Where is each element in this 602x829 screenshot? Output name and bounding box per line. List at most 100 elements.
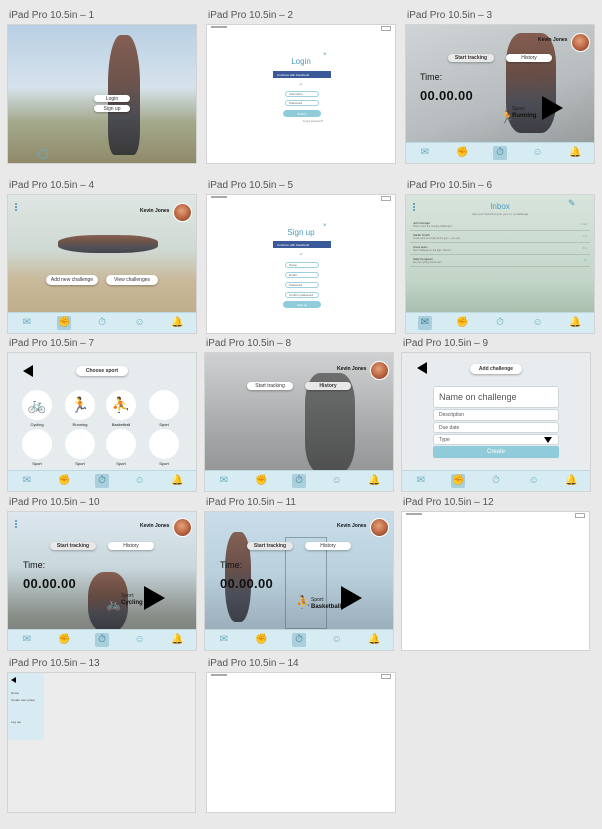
- facebook-button[interactable]: Continue with Facebook: [273, 241, 331, 248]
- signup-submit-button[interactable]: Sign up: [283, 301, 321, 308]
- artboard-8[interactable]: iPad Pro 10.5in – 8 Kevin Jones Start tr…: [204, 338, 394, 492]
- artboard-1[interactable]: iPad Pro 10.5in – 1 Login Sign up: [7, 10, 197, 164]
- stopwatch-icon[interactable]: ⏱: [489, 474, 503, 488]
- avatar[interactable]: [370, 518, 389, 537]
- artboard-10[interactable]: iPad Pro 10.5in – 10 Kevin Jones Start t…: [7, 497, 197, 651]
- artboard-label[interactable]: iPad Pro 10.5in – 1: [9, 10, 94, 21]
- history-button[interactable]: History: [506, 54, 552, 62]
- stopwatch-icon[interactable]: ⏱: [94, 474, 109, 488]
- bell-icon[interactable]: 🔔: [568, 146, 582, 160]
- sport-placeholder-icon[interactable]: [149, 390, 179, 420]
- avatar[interactable]: [173, 518, 192, 537]
- history-button[interactable]: History: [305, 542, 351, 550]
- password-field[interactable]: Password: [285, 100, 319, 106]
- add-challenge-button[interactable]: Add new challenge: [46, 275, 98, 285]
- mail-icon[interactable]: ✉: [417, 316, 432, 330]
- close-icon[interactable]: ×: [323, 223, 327, 229]
- list-item[interactable]: Sarah Smith Great work out today at the …: [410, 232, 590, 243]
- stopwatch-icon[interactable]: ⏱: [95, 316, 109, 330]
- start-tracking-button[interactable]: Start tracking: [448, 54, 494, 62]
- artboard-label[interactable]: iPad Pro 10.5in – 13: [9, 658, 100, 669]
- description-input[interactable]: Description: [433, 409, 559, 421]
- fist-icon[interactable]: ✊: [254, 474, 268, 488]
- mail-icon[interactable]: ✉: [20, 474, 34, 488]
- artboard-14[interactable]: iPad Pro 10.5in – 14: [206, 658, 396, 813]
- cycling-icon[interactable]: 🚲: [22, 390, 52, 420]
- running-icon[interactable]: 🏃: [65, 390, 95, 420]
- facebook-button[interactable]: Continue with Facebook: [273, 71, 331, 78]
- bell-icon[interactable]: 🔔: [170, 316, 184, 330]
- mail-icon[interactable]: ✉: [20, 316, 34, 330]
- avatar[interactable]: [571, 33, 590, 52]
- menu-item-home[interactable]: Home: [11, 691, 19, 695]
- history-button[interactable]: History: [108, 542, 154, 550]
- sport-placeholder-icon[interactable]: [106, 429, 136, 459]
- profile-icon[interactable]: ☺: [330, 633, 344, 647]
- username-field[interactable]: Username: [285, 91, 319, 97]
- email-field[interactable]: Email: [285, 272, 319, 278]
- artboard-label[interactable]: iPad Pro 10.5in – 3: [407, 10, 492, 21]
- play-icon[interactable]: [341, 586, 362, 610]
- artboard-13[interactable]: iPad Pro 10.5in – 13 Home Create new gro…: [7, 658, 196, 813]
- compose-icon[interactable]: ✎: [568, 198, 576, 209]
- mail-icon[interactable]: ✉: [20, 633, 34, 647]
- artboard-9[interactable]: iPad Pro 10.5in – 9 Add challenge Name o…: [401, 338, 591, 492]
- artboard-label[interactable]: iPad Pro 10.5in – 8: [206, 338, 291, 349]
- type-select[interactable]: Type: [433, 434, 559, 445]
- menu-item-create-group[interactable]: Create new group: [11, 698, 35, 702]
- submit-button[interactable]: Submit: [283, 110, 321, 117]
- back-icon[interactable]: [11, 677, 16, 683]
- view-challenges-button[interactable]: View challenges: [106, 275, 158, 285]
- bell-icon[interactable]: 🔔: [564, 474, 578, 488]
- fist-icon[interactable]: ✊: [57, 633, 71, 647]
- stopwatch-icon[interactable]: ⏱: [493, 316, 507, 330]
- artboard-12[interactable]: iPad Pro 10.5in – 12: [401, 497, 590, 651]
- artboard-label[interactable]: iPad Pro 10.5in – 6: [407, 180, 492, 191]
- sport-placeholder-icon[interactable]: [149, 429, 179, 459]
- mail-icon[interactable]: ✉: [414, 474, 428, 488]
- artboard-11[interactable]: iPad Pro 10.5in – 11 Kevin Jones Start t…: [204, 497, 394, 651]
- artboard-label[interactable]: iPad Pro 10.5in – 2: [208, 10, 293, 21]
- chevron-down-icon[interactable]: [544, 437, 552, 443]
- artboard-2[interactable]: iPad Pro 10.5in – 2 Login × Continue wit…: [206, 10, 396, 164]
- artboard-label[interactable]: iPad Pro 10.5in – 9: [403, 338, 488, 349]
- artboard-label[interactable]: iPad Pro 10.5in – 7: [9, 338, 94, 349]
- profile-icon[interactable]: ☺: [531, 316, 545, 330]
- close-icon[interactable]: ×: [323, 52, 327, 58]
- login-button[interactable]: Login: [94, 95, 130, 102]
- due-date-input[interactable]: Due date: [433, 422, 559, 433]
- fist-icon[interactable]: ✊: [451, 474, 466, 488]
- artboard-label[interactable]: iPad Pro 10.5in – 5: [208, 180, 293, 191]
- bell-icon[interactable]: 🔔: [367, 633, 381, 647]
- mail-icon[interactable]: ✉: [418, 146, 432, 160]
- artboard-label[interactable]: iPad Pro 10.5in – 12: [403, 497, 494, 508]
- profile-icon[interactable]: ☺: [133, 633, 147, 647]
- profile-icon[interactable]: ☺: [133, 474, 147, 488]
- play-icon[interactable]: [542, 96, 563, 120]
- bell-icon[interactable]: 🔔: [367, 474, 381, 488]
- start-tracking-button[interactable]: Start tracking: [50, 542, 96, 550]
- basketball-icon[interactable]: ⛹: [106, 390, 136, 420]
- menu-icon[interactable]: [15, 520, 17, 529]
- profile-icon[interactable]: ☺: [527, 474, 541, 488]
- stopwatch-icon[interactable]: ⏱: [94, 633, 109, 647]
- back-icon[interactable]: [417, 362, 427, 374]
- history-button[interactable]: History: [305, 382, 351, 390]
- list-item[interactable]: Crew team New challenge in the app, chec…: [410, 244, 590, 255]
- sport-placeholder-icon[interactable]: [65, 429, 95, 459]
- artboard-5[interactable]: iPad Pro 10.5in – 5 Sign up × Continue w…: [206, 180, 396, 334]
- artboard-6[interactable]: iPad Pro 10.5in – 6 Inbox Ask your frien…: [405, 180, 595, 334]
- bell-icon[interactable]: 🔔: [170, 474, 184, 488]
- artboard-3[interactable]: iPad Pro 10.5in – 3 Kevin Jones Start tr…: [405, 10, 595, 164]
- avatar[interactable]: [173, 203, 192, 222]
- fist-icon[interactable]: ✊: [57, 316, 72, 330]
- confirm-password-field[interactable]: Confirm password: [285, 292, 319, 298]
- challenge-name-input[interactable]: Name on challenge: [433, 386, 559, 408]
- fist-icon[interactable]: ✊: [57, 474, 71, 488]
- mail-icon[interactable]: ✉: [217, 633, 231, 647]
- artboard-7[interactable]: iPad Pro 10.5in – 7 Choose sport 🚲 🏃 ⛹ C…: [7, 338, 197, 492]
- play-icon[interactable]: [144, 586, 165, 610]
- menu-icon[interactable]: [15, 203, 17, 212]
- signup-button[interactable]: Sign up: [94, 105, 130, 112]
- artboard-label[interactable]: iPad Pro 10.5in – 14: [208, 658, 299, 669]
